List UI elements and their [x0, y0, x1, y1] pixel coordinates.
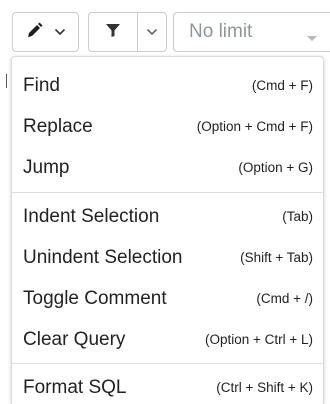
menu-item-shortcut: (Tab)	[282, 209, 313, 224]
edit-menu-button[interactable]	[12, 12, 79, 52]
menu-item-label: Format SQL	[23, 376, 127, 398]
menu-group-format: Format SQL (Ctrl + Shift + K)	[12, 364, 323, 404]
menu-item-shortcut: (Option + Cmd + F)	[196, 119, 313, 134]
edit-dropdown-menu: Find (Cmd + F) Replace (Option + Cmd + F…	[11, 56, 324, 404]
menu-item-shortcut: (Shift + Tab)	[240, 250, 313, 265]
menu-item-indent-selection[interactable]: Indent Selection (Tab)	[12, 196, 323, 237]
menu-group-editing: Indent Selection (Tab) Unindent Selectio…	[12, 193, 323, 364]
menu-item-label: Jump	[23, 156, 70, 178]
menu-item-label: Replace	[23, 115, 93, 137]
menu-item-unindent-selection[interactable]: Unindent Selection (Shift + Tab)	[12, 237, 323, 278]
menu-item-shortcut: (Option + G)	[238, 160, 313, 175]
menu-item-label: Indent Selection	[23, 205, 160, 227]
menu-item-format-sql[interactable]: Format SQL (Ctrl + Shift + K)	[12, 367, 323, 404]
filter-button[interactable]	[88, 12, 138, 52]
menu-item-label: Clear Query	[23, 328, 126, 350]
menu-group-search: Find (Cmd + F) Replace (Option + Cmd + F…	[12, 57, 323, 193]
menu-item-shortcut: (Ctrl + Shift + K)	[216, 380, 313, 395]
filter-icon	[105, 22, 121, 43]
chevron-down-icon	[54, 23, 66, 41]
menu-item-shortcut: (Option + Ctrl + L)	[204, 332, 313, 347]
pencil-icon	[26, 21, 50, 44]
menu-item-shortcut: (Cmd + F)	[251, 78, 313, 93]
row-limit-value: No limit	[189, 21, 253, 42]
menu-item-find[interactable]: Find (Cmd + F)	[12, 65, 323, 106]
menu-item-replace[interactable]: Replace (Option + Cmd + F)	[12, 106, 323, 147]
menu-item-toggle-comment[interactable]: Toggle Comment (Cmd + /)	[12, 278, 323, 319]
row-limit-select[interactable]: No limit	[173, 12, 330, 52]
menu-item-shortcut: (Cmd + /)	[256, 291, 313, 306]
toolbar: No limit	[0, 0, 330, 56]
menu-item-label: Unindent Selection	[23, 246, 183, 268]
filter-options-button[interactable]	[137, 12, 167, 52]
menu-item-clear-query[interactable]: Clear Query (Option + Ctrl + L)	[12, 319, 323, 360]
menu-item-label: Toggle Comment	[23, 287, 167, 309]
menu-item-label: Find	[23, 74, 60, 96]
caret-down-icon	[306, 29, 318, 47]
menu-item-jump[interactable]: Jump (Option + G)	[12, 147, 323, 188]
query-tool-page: No limit Find (Cmd + F) Replace (Option …	[0, 0, 330, 404]
editor-gutter-mark	[6, 74, 7, 88]
chevron-down-icon	[146, 23, 158, 41]
